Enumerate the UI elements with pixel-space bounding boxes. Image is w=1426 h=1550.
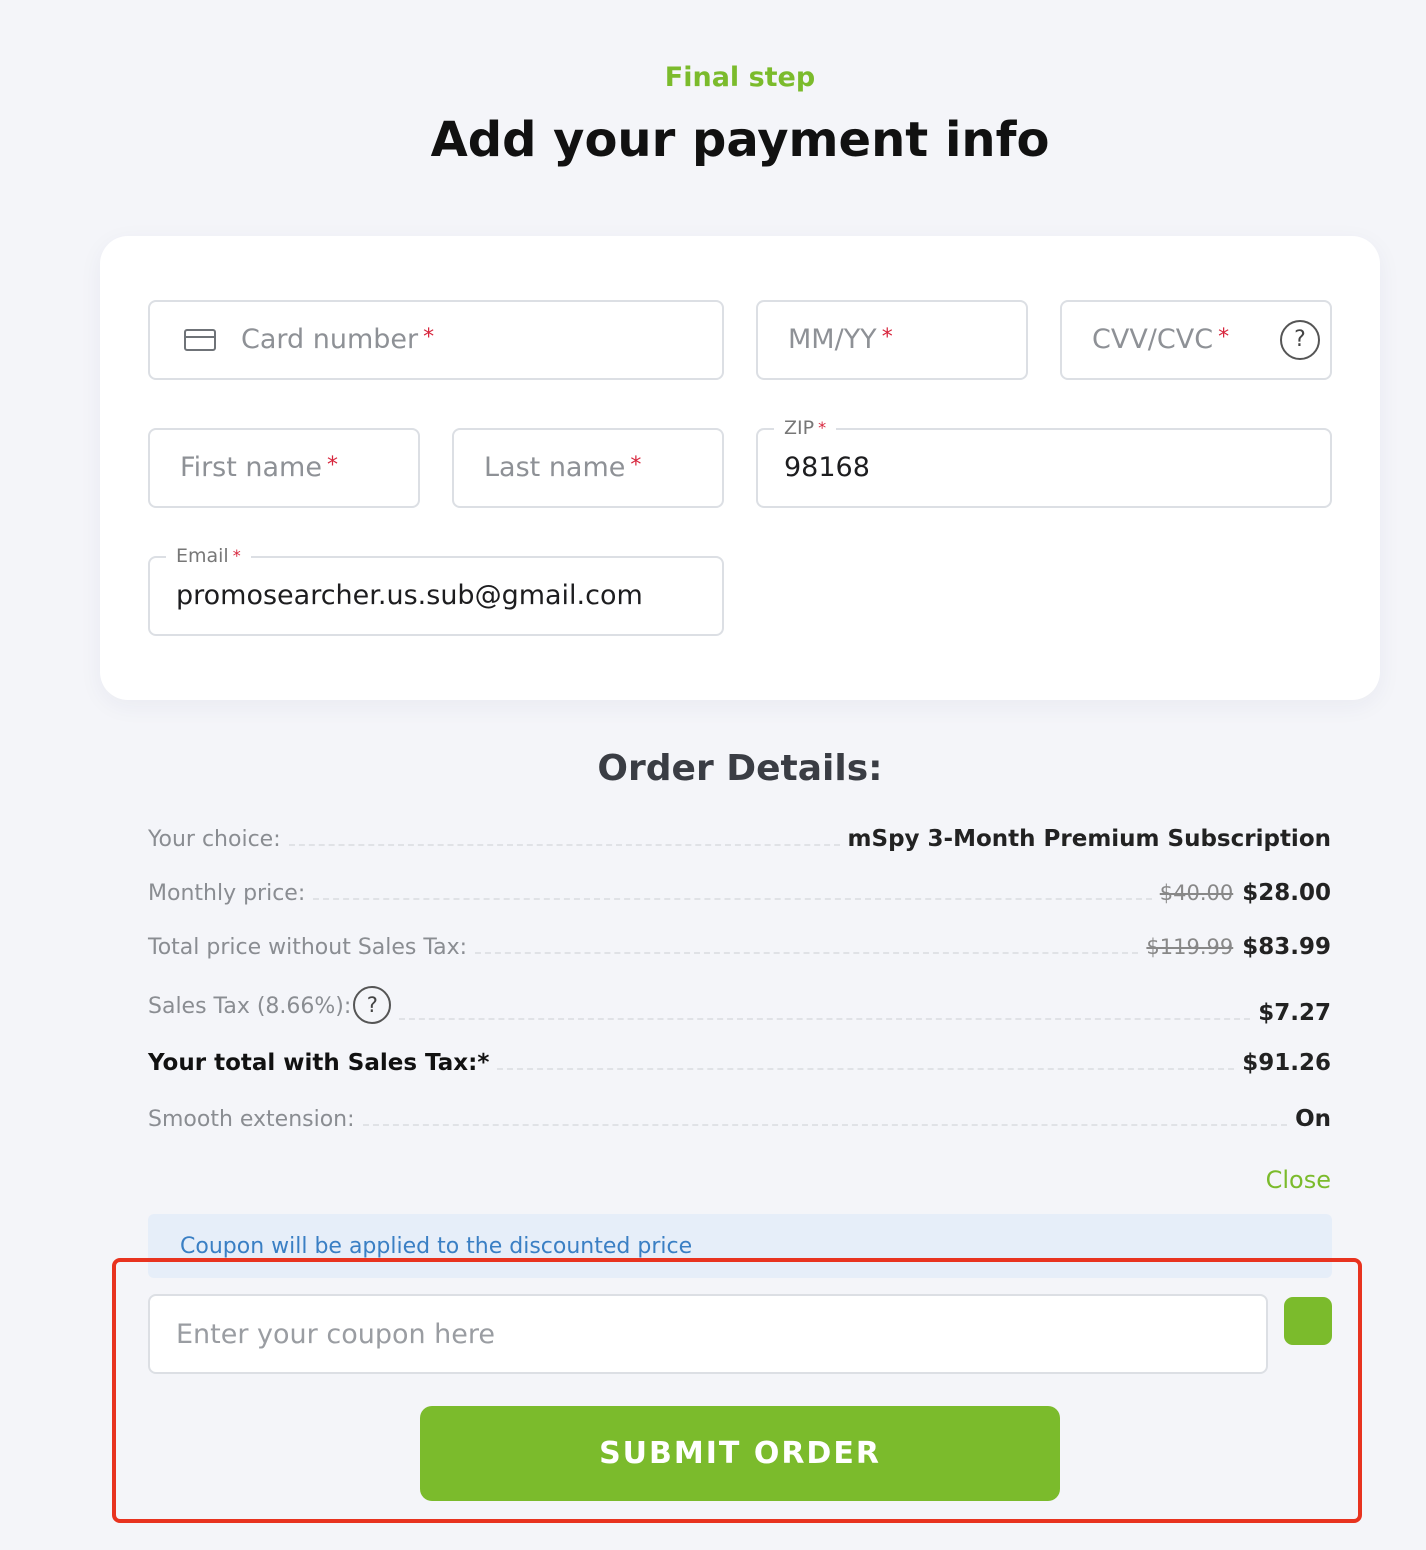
page-title: Add your payment info [430,112,1050,168]
payment-form-card: Card number * MM/YY * CVV/CVC * ? First nam… [100,236,1380,700]
step-label: Final step [664,62,816,93]
leader-dots [362,1124,1288,1126]
card-number-placeholder: Card number * [241,324,435,355]
leader-dots [475,952,1139,954]
email-label: Email * [166,544,251,568]
order-row-monthly-price: Monthly price: $40.00 $28.00 [148,880,1331,906]
leader-dots [497,1068,1235,1070]
order-row-value: $119.99 $83.99 [1146,934,1331,960]
order-row-value: $40.00 $28.00 [1159,880,1331,906]
order-row-total-no-tax: Total price without Sales Tax: $119.99 $8… [148,934,1331,960]
order-row-label: Smooth extension: [148,1107,355,1132]
order-row-total-with-tax: Your total with Sales Tax:* $91.26 [148,1050,1331,1076]
first-name-placeholder: First name * [180,452,338,483]
order-row-label: Your choice: [148,827,281,852]
zip-value: 98168 [784,452,870,483]
order-row-value: $7.27 [1258,1000,1331,1026]
old-price: $119.99 [1146,935,1234,959]
card-number-field[interactable]: Card number * [148,300,724,380]
cvv-placeholder: CVV/CVC * [1092,324,1230,355]
submit-order-button[interactable]: SUBMIT ORDER [420,1406,1060,1501]
zip-field[interactable]: ZIP * 98168 [756,416,1332,508]
email-value: promosearcher.us.sub@gmail.com [176,580,643,611]
old-price: $40.00 [1159,881,1234,905]
email-field[interactable]: Email * promosearcher.us.sub@gmail.com [148,544,724,636]
apply-coupon-button[interactable] [1284,1297,1332,1345]
order-row-label: Total price without Sales Tax: [148,935,468,960]
order-row-smooth-extension: Smooth extension: On [148,1106,1331,1132]
first-name-field[interactable]: First name * [148,428,420,508]
last-name-field[interactable]: Last name * [452,428,724,508]
order-row-value: $91.26 [1242,1050,1331,1076]
order-row-value: mSpy 3-Month Premium Subscription [847,826,1331,852]
zip-label: ZIP * [774,416,837,440]
order-row-choice: Your choice: mSpy 3-Month Premium Subscr… [148,826,1331,852]
order-details-title: Order Details: [597,748,883,789]
order-row-value: On [1295,1106,1331,1132]
close-link[interactable]: Close [1266,1166,1331,1194]
expiry-field[interactable]: MM/YY * [756,300,1028,380]
leader-dots [288,844,840,846]
last-name-placeholder: Last name * [484,452,642,483]
leader-dots [313,898,1152,900]
cvv-field[interactable]: CVV/CVC * ? [1060,300,1332,380]
order-row-label: Monthly price: [148,881,306,906]
leader-dots [399,1018,1251,1020]
cvv-help-icon[interactable]: ? [1280,320,1320,360]
credit-card-icon [184,329,216,351]
order-row-sales-tax: Sales Tax (8.66%):? $7.27 [148,986,1331,1026]
coupon-input[interactable] [148,1294,1268,1374]
expiry-placeholder: MM/YY * [788,324,893,355]
sales-tax-help-icon[interactable]: ? [353,986,392,1024]
coupon-note-text: Coupon will be applied to the discounted… [180,1234,693,1259]
order-row-label: Your total with Sales Tax:* [148,1050,490,1076]
order-row-label: Sales Tax (8.66%):? [148,986,392,1026]
